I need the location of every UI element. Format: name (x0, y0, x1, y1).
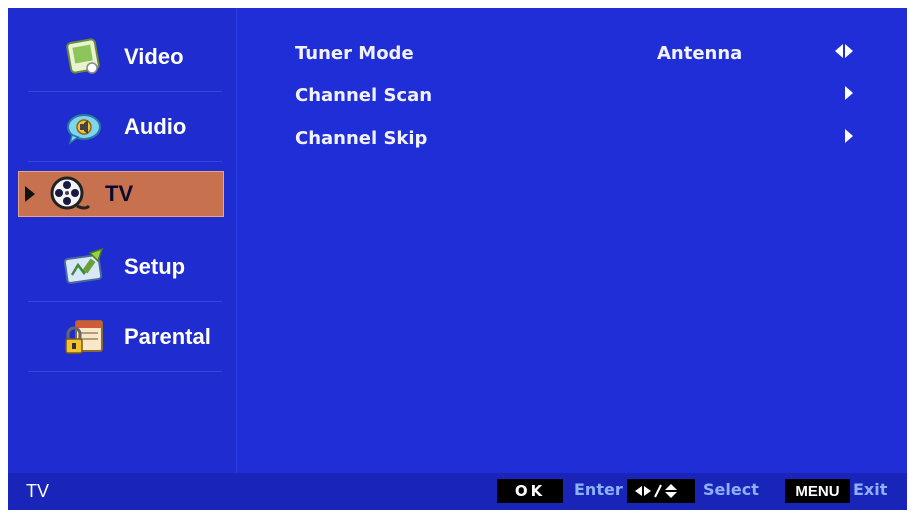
row-label: Channel Scan (295, 84, 433, 106)
setup-icon (62, 245, 106, 289)
tv-osd-screen: Video Audio TV Setup Parental Tuner Mode… (8, 8, 907, 510)
row-label: Channel Skip (295, 127, 428, 149)
sidebar-item-setup[interactable]: Setup (22, 232, 222, 302)
menu-key: MENU (785, 479, 850, 503)
divider (28, 161, 222, 162)
tv-reel-icon (47, 172, 91, 216)
selection-arrow-icon (25, 186, 35, 202)
row-channel-scan[interactable]: Channel Scan (295, 78, 885, 112)
sidebar-item-tv[interactable]: TV (18, 171, 224, 217)
ok-key: OK (497, 479, 563, 503)
right-arrow-icon[interactable] (845, 129, 853, 143)
sidebar-item-parental[interactable]: Parental (22, 302, 222, 372)
parental-lock-icon (62, 315, 106, 359)
right-arrow-icon[interactable] (845, 86, 853, 100)
tuner-mode-value: Antenna (657, 42, 743, 64)
sidebar-item-video[interactable]: Video (22, 22, 222, 92)
sidebar-item-label: Audio (124, 114, 187, 139)
sidebar-item-audio[interactable]: Audio (22, 92, 222, 162)
left-right-arrows-icon[interactable] (835, 44, 853, 58)
row-channel-skip[interactable]: Channel Skip (295, 121, 885, 155)
footer-title: TV (26, 481, 50, 501)
exit-hint: Exit (853, 480, 888, 499)
video-icon (62, 35, 106, 79)
sidebar-menu: Video Audio TV Setup Parental (8, 8, 237, 473)
sidebar-item-label: Parental (124, 324, 211, 349)
footer-bar: TV OK Enter Select MENU Exit (8, 473, 907, 510)
sidebar-item-label: Setup (124, 254, 186, 279)
sidebar-item-label: TV (105, 181, 134, 206)
row-label: Tuner Mode (295, 42, 414, 64)
enter-hint: Enter (574, 480, 623, 499)
divider (28, 371, 222, 372)
select-hint: Select (703, 480, 759, 499)
row-tuner-mode[interactable]: Tuner Mode Antenna (295, 36, 885, 70)
sidebar-item-label: Video (124, 44, 184, 69)
navigate-arrows-icon (627, 479, 695, 503)
audio-icon (62, 105, 106, 149)
